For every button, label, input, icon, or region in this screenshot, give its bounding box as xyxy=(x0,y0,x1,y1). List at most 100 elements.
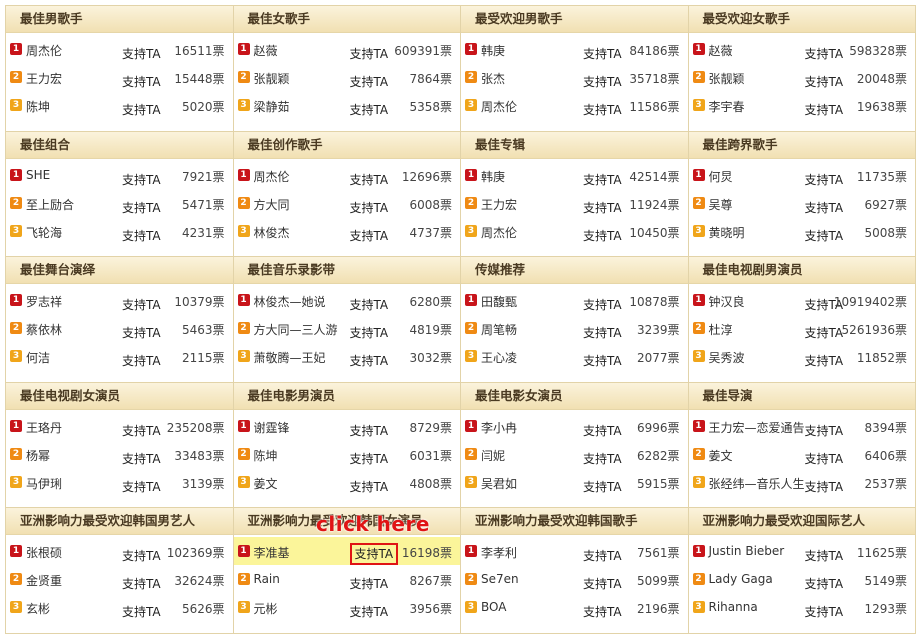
vote-button[interactable]: 支持TA xyxy=(350,450,389,467)
vote-button[interactable]: 支持TA xyxy=(583,324,622,341)
vote-button[interactable]: 支持TA xyxy=(349,543,399,566)
vote-button[interactable]: 支持TA xyxy=(805,199,844,216)
nominee-name[interactable]: 飞轮海 xyxy=(26,224,62,241)
nominee-name[interactable]: 李准基 xyxy=(254,544,290,561)
nominee-name[interactable]: 周笔畅 xyxy=(481,321,517,338)
nominee-name[interactable]: 赵薇 xyxy=(709,42,733,59)
nominee-name[interactable]: 田馥甄 xyxy=(481,293,517,310)
nominee-name[interactable]: 周杰伦 xyxy=(481,98,517,115)
vote-button[interactable]: 支持TA xyxy=(350,478,389,495)
vote-button[interactable]: 支持TA xyxy=(583,450,622,467)
vote-button[interactable]: 支持TA xyxy=(805,575,844,592)
nominee-name[interactable]: 李小冉 xyxy=(481,419,517,436)
category-title[interactable]: 最佳音乐录影带 xyxy=(233,257,460,285)
nominee-name[interactable]: 梁静茹 xyxy=(254,98,290,115)
vote-button[interactable]: 支持TA xyxy=(350,73,389,90)
vote-button[interactable]: 支持TA xyxy=(122,450,161,467)
vote-button[interactable]: 支持TA xyxy=(583,478,622,495)
vote-button[interactable]: 支持TA xyxy=(805,422,844,439)
category-title[interactable]: 最佳女歌手 xyxy=(233,6,460,33)
vote-button[interactable]: 支持TA xyxy=(805,603,844,620)
nominee-name[interactable]: Se7en xyxy=(481,572,519,586)
nominee-name[interactable]: 张杰 xyxy=(481,70,505,87)
vote-button[interactable]: 支持TA xyxy=(122,352,161,369)
nominee-name[interactable]: 张根硕 xyxy=(26,544,62,561)
nominee-name[interactable]: 韩庚 xyxy=(481,42,505,59)
category-title[interactable]: 最佳舞台演绎 xyxy=(6,257,233,285)
nominee-name[interactable]: 罗志祥 xyxy=(26,293,62,310)
vote-button[interactable]: 支持TA xyxy=(805,324,844,341)
vote-button[interactable]: 支持TA xyxy=(122,227,161,244)
category-title[interactable]: 最受欢迎男歌手 xyxy=(461,6,688,33)
nominee-name[interactable]: 姜文 xyxy=(709,447,733,464)
category-title[interactable]: 亚洲影响力最受欢迎国际艺人 xyxy=(688,508,915,536)
vote-button[interactable]: 支持TA xyxy=(805,73,844,90)
category-title[interactable]: 亚洲影响力最受欢迎韩国男艺人 xyxy=(6,508,233,536)
category-title[interactable]: 最佳创作歌手 xyxy=(233,131,460,159)
vote-button[interactable]: 支持TA xyxy=(122,603,161,620)
nominee-name[interactable]: 萧敬腾—王妃 xyxy=(254,349,326,366)
vote-button[interactable]: 支持TA xyxy=(350,199,389,216)
nominee-name[interactable]: 李孝利 xyxy=(481,544,517,561)
category-title[interactable]: 最佳组合 xyxy=(6,131,233,159)
vote-button[interactable]: 支持TA xyxy=(122,296,161,313)
category-title[interactable]: 最佳电影男演员 xyxy=(233,382,460,410)
vote-button[interactable]: 支持TA xyxy=(122,478,161,495)
nominee-name[interactable]: 王力宏—恋爱通告 xyxy=(709,419,805,436)
nominee-name[interactable]: 周杰伦 xyxy=(254,168,290,185)
vote-button[interactable]: 支持TA xyxy=(583,547,622,564)
vote-button[interactable]: 支持TA xyxy=(805,352,844,369)
vote-button[interactable]: 支持TA xyxy=(122,547,161,564)
nominee-name[interactable]: 方大同 xyxy=(254,196,290,213)
nominee-name[interactable]: 何洁 xyxy=(26,349,50,366)
vote-button[interactable]: 支持TA xyxy=(583,352,622,369)
nominee-name[interactable]: 杜淳 xyxy=(709,321,733,338)
nominee-name[interactable]: 周杰伦 xyxy=(481,224,517,241)
nominee-name[interactable]: 李宇春 xyxy=(709,98,745,115)
vote-button[interactable]: 支持TA xyxy=(583,603,622,620)
nominee-name[interactable]: 林俊杰—她说 xyxy=(254,293,326,310)
nominee-name[interactable]: 王力宏 xyxy=(26,70,62,87)
category-title[interactable]: 最佳导演 xyxy=(688,382,915,410)
vote-button[interactable]: 支持TA xyxy=(583,296,622,313)
category-title[interactable]: 亚洲影响力最受欢迎韩国歌手 xyxy=(461,508,688,536)
nominee-name[interactable]: 黄晓明 xyxy=(709,224,745,241)
vote-button[interactable]: 支持TA xyxy=(583,199,622,216)
vote-button[interactable]: 支持TA xyxy=(805,547,844,564)
vote-button[interactable]: 支持TA xyxy=(350,422,389,439)
nominee-name[interactable]: 韩庚 xyxy=(481,168,505,185)
nominee-name[interactable]: 张靓颖 xyxy=(709,70,745,87)
vote-button[interactable]: 支持TA xyxy=(583,575,622,592)
nominee-name[interactable]: 闫妮 xyxy=(481,447,505,464)
category-title[interactable]: 传媒推荐 xyxy=(461,257,688,285)
category-title[interactable]: 最佳电视剧男演员 xyxy=(688,257,915,285)
nominee-name[interactable]: 蔡依林 xyxy=(26,321,62,338)
nominee-name[interactable]: 马伊琍 xyxy=(26,475,62,492)
vote-button[interactable]: 支持TA xyxy=(122,422,161,439)
nominee-name[interactable]: 玄彬 xyxy=(26,600,50,617)
vote-button[interactable]: 支持TA xyxy=(350,603,389,620)
category-title[interactable]: 最佳电视剧女演员 xyxy=(6,382,233,410)
vote-button[interactable]: 支持TA xyxy=(805,45,844,62)
nominee-name[interactable]: 吴秀波 xyxy=(709,349,745,366)
vote-button[interactable]: 支持TA xyxy=(805,227,844,244)
vote-button[interactable]: 支持TA xyxy=(583,171,622,188)
vote-button[interactable]: 支持TA xyxy=(350,45,389,62)
nominee-name[interactable]: Rain xyxy=(254,572,280,586)
nominee-name[interactable]: Rihanna xyxy=(709,600,758,614)
nominee-name[interactable]: 何炅 xyxy=(709,168,733,185)
nominee-name[interactable]: 钟汉良 xyxy=(709,293,745,310)
vote-button[interactable]: 支持TA xyxy=(805,450,844,467)
nominee-name[interactable]: 林俊杰 xyxy=(254,224,290,241)
category-title[interactable]: 最佳跨界歌手 xyxy=(688,131,915,159)
vote-button[interactable]: 支持TA xyxy=(122,324,161,341)
vote-button[interactable]: 支持TA xyxy=(350,171,389,188)
nominee-name[interactable]: 张靓颖 xyxy=(254,70,290,87)
vote-button[interactable]: 支持TA xyxy=(350,352,389,369)
category-title[interactable]: 最佳电影女演员 xyxy=(461,382,688,410)
vote-button[interactable]: 支持TA xyxy=(805,171,844,188)
category-title[interactable]: 最佳男歌手 xyxy=(6,6,233,33)
nominee-name[interactable]: 王心凌 xyxy=(481,349,517,366)
nominee-name[interactable]: 陈坤 xyxy=(254,447,278,464)
nominee-name[interactable]: 方大同—三人游 xyxy=(254,321,338,338)
